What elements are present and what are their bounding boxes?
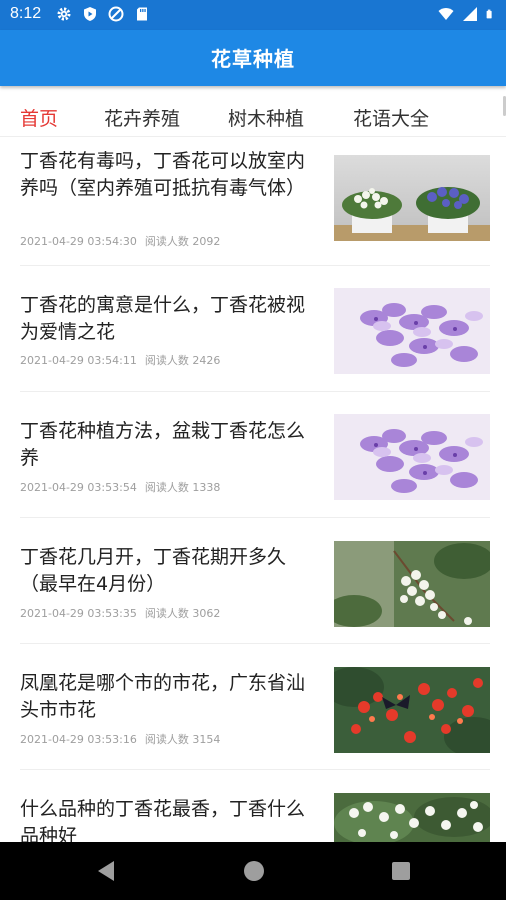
status-notification-icons [56,6,150,22]
app-title: 花草种植 [211,47,295,71]
article-time: 2021-04-29 03:53:54 [20,481,137,494]
gear-icon [57,7,71,21]
home-icon[interactable] [243,858,265,884]
status-bar: 8:12 [0,0,506,30]
status-system-icons [438,6,496,22]
article-title: 什么品种的丁香花最香，丁香什么品种好 [20,798,306,842]
article-meta: 2021-04-29 03:54:11 阅读人数 2426 [20,352,220,368]
article-item[interactable]: 凤凰花是哪个市的市花，广东省汕头市市花 2021-04-29 03:53:16 阅… [0,644,506,770]
article-time: 2021-04-29 03:54:11 [20,354,137,367]
sd-card-icon [137,7,147,21]
back-icon[interactable] [96,858,118,884]
signal-icon [463,7,477,21]
status-time: 8:12 [10,5,42,22]
tab-tree-planting[interactable]: 树木种植 [228,104,304,131]
recents-icon[interactable] [390,858,412,884]
article-title: 丁香花几月开，丁香花期开多久（最早在4月份） [20,546,287,595]
article-thumbnail [334,288,490,374]
article-meta: 2021-04-29 03:54:30 阅读人数 2092 [20,233,220,249]
article-time: 2021-04-29 03:53:35 [20,607,137,620]
article-title: 凤凰花是哪个市的市花，广东省汕头市市花 [20,672,306,721]
article-read-count: 阅读人数 3154 [144,733,221,746]
article-read-count: 阅读人数 2092 [144,235,221,248]
tab-flower-cultivation[interactable]: 花卉养殖 [104,104,180,131]
article-thumbnail [334,793,490,842]
tab-home[interactable]: 首页 [20,104,58,131]
system-navigation-bar [0,842,506,900]
article-title: 丁香花的寓意是什么，丁香花被视为爱情之花 [20,294,306,343]
article-title: 丁香花种植方法，盆栽丁香花怎么养 [20,420,306,469]
article-meta: 2021-04-29 03:53:16 阅读人数 3154 [20,731,220,747]
article-thumbnail [334,414,490,500]
app-bar: 花草种植 [0,30,506,86]
article-item[interactable]: 丁香花有毒吗，丁香花可以放室内养吗（室内养殖可抵抗有毒气体） 2021-04-2… [0,140,506,266]
article-time: 2021-04-29 03:53:16 [20,733,137,746]
wifi-icon [438,8,454,20]
article-time: 2021-04-29 03:54:30 [20,235,137,248]
article-title: 丁香花有毒吗，丁香花可以放室内养吗（室内养殖可抵抗有毒气体） [20,150,306,199]
article-item[interactable]: 丁香花种植方法，盆栽丁香花怎么养 2021-04-29 03:53:54 阅读人数… [0,392,506,518]
article-read-count: 阅读人数 1338 [144,481,221,494]
article-thumbnail [334,541,490,627]
article-thumbnail [334,155,490,241]
shield-play-icon [84,7,96,21]
category-tabs: 首页 花卉养殖 树木种植 花语大全 [0,92,506,137]
article-list[interactable]: 丁香花有毒吗，丁香花可以放室内养吗（室内养殖可抵抗有毒气体） 2021-04-2… [0,140,506,842]
article-item[interactable]: 丁香花几月开，丁香花期开多久（最早在4月份） 2021-04-29 03:53:… [0,518,506,644]
article-read-count: 阅读人数 2426 [144,354,221,367]
article-meta: 2021-04-29 03:53:54 阅读人数 1338 [20,479,220,495]
article-item[interactable]: 丁香花的寓意是什么，丁香花被视为爱情之花 2021-04-29 03:54:11… [0,266,506,392]
article-meta: 2021-04-29 03:53:35 阅读人数 3062 [20,605,220,621]
tab-flower-language[interactable]: 花语大全 [353,104,429,131]
article-read-count: 阅读人数 3062 [144,607,221,620]
article-item[interactable]: 什么品种的丁香花最香，丁香什么品种好 [0,770,506,842]
article-thumbnail [334,667,490,753]
battery-icon [486,9,492,19]
at-sign-icon [108,6,124,22]
